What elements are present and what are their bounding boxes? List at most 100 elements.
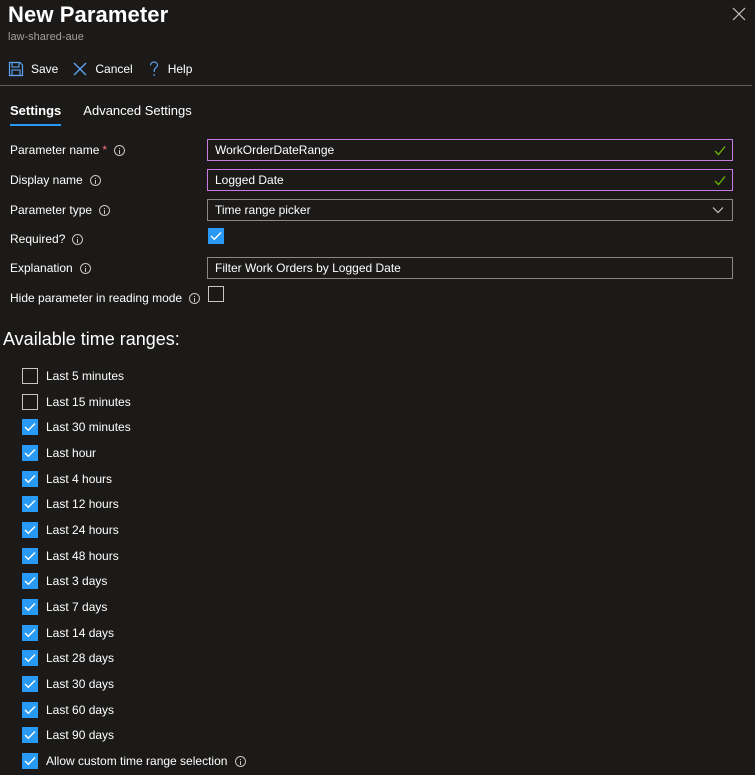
time-range-checkbox[interactable] <box>22 727 38 744</box>
hide-parameter-label: Hide parameter in reading mode <box>10 291 183 305</box>
display-name-label: Display name <box>10 173 83 187</box>
time-range-item[interactable]: Last 5 minutes <box>22 363 246 389</box>
checkmark-icon <box>24 603 36 612</box>
time-range-label: Allow custom time range selection <box>46 754 228 769</box>
info-icon[interactable] <box>114 144 126 156</box>
time-range-checkbox[interactable] <box>22 496 38 513</box>
display-name-field[interactable] <box>207 169 733 191</box>
time-range-checkbox[interactable] <box>22 367 38 384</box>
required-label: Required? <box>10 232 66 246</box>
info-icon[interactable] <box>72 233 84 245</box>
cancel-icon <box>73 62 87 76</box>
cancel-label: Cancel <box>95 62 133 76</box>
time-range-checkbox[interactable] <box>22 573 38 590</box>
time-range-item[interactable]: Last 14 days <box>22 620 246 646</box>
parameter-type-label: Parameter type <box>10 203 93 217</box>
explanation-field[interactable] <box>207 257 733 279</box>
hide-parameter-row: Hide parameter in reading mode <box>10 286 201 310</box>
checkmark-icon <box>24 731 36 740</box>
time-range-checkbox[interactable] <box>22 753 38 770</box>
time-range-label: Last 12 hours <box>46 497 119 512</box>
checkmark-icon <box>24 423 36 432</box>
close-button[interactable] <box>731 6 747 22</box>
time-range-item[interactable]: Last 15 minutes <box>22 389 246 415</box>
time-range-checkbox[interactable] <box>22 676 38 693</box>
checkmark-icon <box>24 577 36 586</box>
toolbar-divider <box>0 85 752 86</box>
command-bar: Save Cancel Help <box>8 58 206 80</box>
checkmark-icon <box>24 680 36 689</box>
time-range-item[interactable]: Last 24 hours <box>22 517 246 543</box>
time-range-checkbox[interactable] <box>22 599 38 616</box>
time-range-checkbox[interactable] <box>22 470 38 487</box>
display-name-row: Display name <box>10 168 101 192</box>
time-range-item[interactable]: Last 48 hours <box>22 543 246 569</box>
info-icon[interactable] <box>99 204 111 216</box>
parameter-name-row: Parameter name * <box>10 138 126 162</box>
parameter-name-input[interactable] <box>215 143 695 157</box>
time-range-label: Last 48 hours <box>46 548 119 563</box>
chevron-down-icon <box>712 207 724 214</box>
time-range-checkbox[interactable] <box>22 650 38 667</box>
info-icon[interactable] <box>89 174 101 186</box>
time-range-item[interactable]: Last 60 days <box>22 697 246 723</box>
time-range-item[interactable]: Allow custom time range selection <box>22 748 247 774</box>
checkmark-icon <box>24 551 36 560</box>
info-icon[interactable] <box>79 262 91 274</box>
time-range-label: Last hour <box>46 445 97 460</box>
time-range-label: Last 7 days <box>46 600 108 615</box>
checkmark-icon <box>24 628 36 638</box>
explanation-input[interactable] <box>215 261 695 275</box>
time-range-label: Last 60 days <box>46 702 115 717</box>
time-range-item[interactable]: Last hour <box>22 440 246 466</box>
time-range-item[interactable]: Last 4 hours <box>22 466 246 492</box>
time-range-label: Last 3 days <box>46 574 108 589</box>
time-range-item[interactable]: Last 12 hours <box>22 491 246 517</box>
parameter-name-label: Parameter name <box>10 143 100 157</box>
time-range-checkbox[interactable] <box>22 701 38 718</box>
help-icon <box>149 61 158 76</box>
display-name-input[interactable] <box>215 173 695 187</box>
time-range-item[interactable]: Last 28 days <box>22 646 246 672</box>
info-icon[interactable] <box>189 292 201 304</box>
explanation-label: Explanation <box>10 261 73 275</box>
time-range-checkbox[interactable] <box>22 624 38 641</box>
time-range-checkbox[interactable] <box>22 444 38 461</box>
time-range-label: Last 28 days <box>46 651 115 666</box>
checkmark-icon <box>210 232 222 241</box>
checkmark-icon <box>24 500 36 509</box>
time-range-item[interactable]: Last 7 days <box>22 594 246 620</box>
help-button[interactable]: Help <box>147 61 193 77</box>
time-range-checkbox[interactable] <box>22 393 38 410</box>
checkmark-icon <box>24 525 36 535</box>
time-range-label: Last 14 days <box>46 625 115 640</box>
close-icon <box>732 7 746 21</box>
time-range-item[interactable]: Last 3 days <box>22 569 246 595</box>
time-range-item[interactable]: Last 30 minutes <box>22 414 246 440</box>
info-icon[interactable] <box>235 755 247 767</box>
checkmark-icon <box>714 176 726 186</box>
cancel-button[interactable]: Cancel <box>72 61 133 77</box>
tab-settings[interactable]: Settings <box>10 103 62 126</box>
parameter-name-field[interactable] <box>207 139 733 161</box>
checkmark-icon <box>24 448 36 458</box>
explanation-row: Explanation <box>10 256 91 280</box>
save-icon <box>8 61 24 77</box>
required-row: Required? <box>10 227 84 251</box>
time-range-label: Last 90 days <box>46 728 115 743</box>
time-range-label: Last 4 hours <box>46 471 113 486</box>
parameter-type-dropdown[interactable]: Time range picker <box>207 199 733 221</box>
required-indicator: * <box>102 143 108 157</box>
time-range-checkbox[interactable] <box>22 547 38 564</box>
save-button[interactable]: Save <box>8 61 58 77</box>
panel-title: New Parameter <box>8 2 169 27</box>
help-label: Help <box>167 62 193 76</box>
required-checkbox[interactable] <box>208 228 224 244</box>
time-range-checkbox[interactable] <box>22 419 38 436</box>
time-range-checkbox[interactable] <box>22 521 38 538</box>
time-range-item[interactable]: Last 90 days <box>22 723 246 749</box>
checkmark-icon <box>24 757 36 766</box>
time-range-item[interactable]: Last 30 days <box>22 671 246 697</box>
tab-advanced-settings[interactable]: Advanced Settings <box>83 103 191 126</box>
hide-parameter-checkbox[interactable] <box>208 286 224 302</box>
